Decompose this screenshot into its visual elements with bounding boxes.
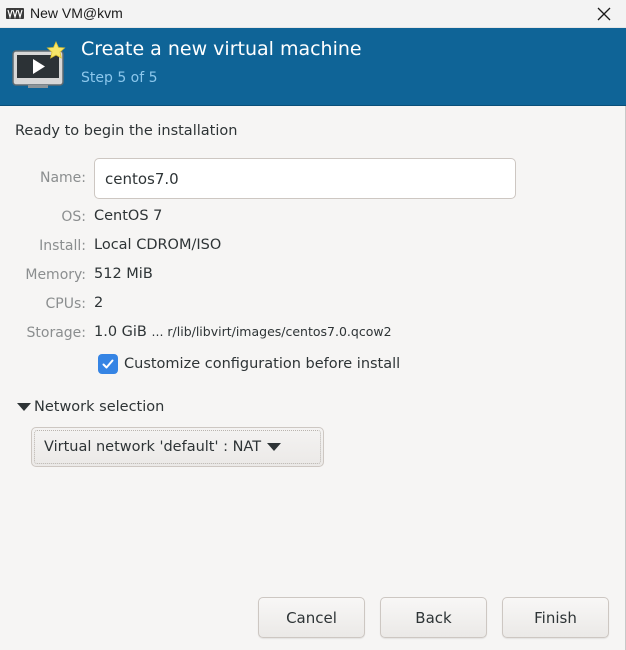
memory-label: Memory: xyxy=(25,267,86,283)
close-button[interactable] xyxy=(592,2,616,26)
title-bar[interactable]: New VM@kvm xyxy=(0,0,626,28)
new-vm-icon xyxy=(12,41,66,88)
install-value: Local CDROM/ISO xyxy=(94,237,222,253)
install-label: Install: xyxy=(39,238,86,254)
network-select-value: Virtual network 'default' : NAT xyxy=(44,439,262,455)
virt-manager-icon xyxy=(6,8,24,19)
storage-value: 1.0 GiB ... r/lib/libvirt/images/centos7… xyxy=(94,324,392,340)
os-label: OS: xyxy=(61,209,86,225)
dropdown-arrow-icon xyxy=(267,443,282,451)
customize-checkbox-row[interactable]: Customize configuration before install xyxy=(98,354,400,374)
wizard-step: Step 5 of 5 xyxy=(81,70,158,86)
network-expander[interactable]: Network selection xyxy=(17,399,164,415)
triangle-down-icon xyxy=(17,403,31,411)
cpus-value: 2 xyxy=(94,295,104,311)
os-value: CentOS 7 xyxy=(94,208,163,224)
customize-checkbox[interactable] xyxy=(98,354,118,374)
storage-path: ... r/lib/libvirt/images/centos7.0.qcow2 xyxy=(151,324,392,339)
close-icon xyxy=(597,7,611,21)
new-vm-dialog: New VM@kvm Create a new virtual machine … xyxy=(0,0,626,650)
wizard-header: Create a new virtual machine Step 5 of 5 xyxy=(0,28,626,106)
checkmark-icon xyxy=(102,359,114,369)
cancel-button[interactable]: Cancel xyxy=(258,597,365,638)
storage-label: Storage: xyxy=(26,325,87,341)
vm-name-input[interactable] xyxy=(94,158,516,199)
name-label: Name: xyxy=(39,170,86,186)
network-expander-label: Network selection xyxy=(34,399,165,415)
memory-value: 512 MiB xyxy=(94,266,153,282)
cpus-label: CPUs: xyxy=(45,296,86,312)
summary-heading: Ready to begin the installation xyxy=(15,123,238,139)
wizard-title: Create a new virtual machine xyxy=(81,38,362,60)
network-select[interactable]: Virtual network 'default' : NAT xyxy=(31,427,324,467)
back-button[interactable]: Back xyxy=(380,597,487,638)
storage-size: 1.0 GiB xyxy=(94,324,147,340)
window-title: New VM@kvm xyxy=(30,5,123,21)
finish-button[interactable]: Finish xyxy=(502,597,609,638)
customize-label: Customize configuration before install xyxy=(124,356,401,372)
